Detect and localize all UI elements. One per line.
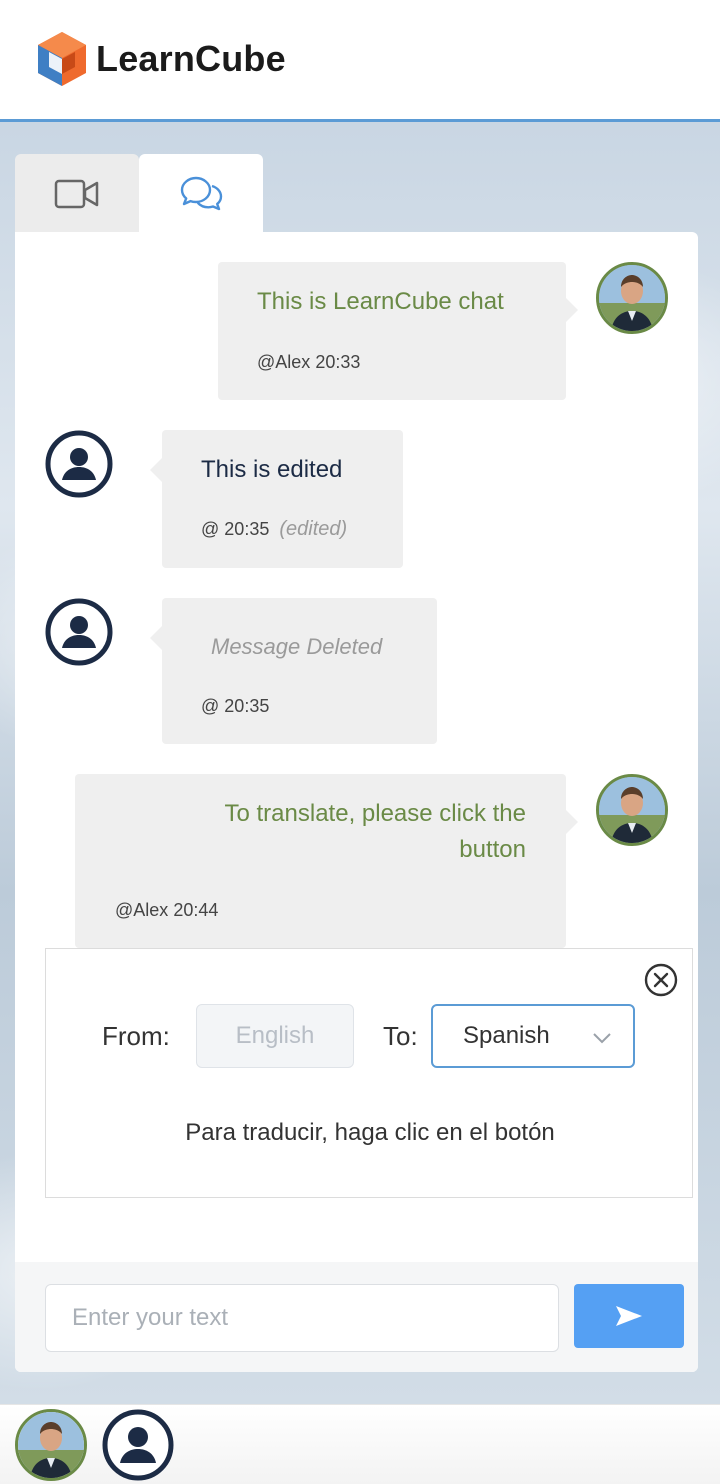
chevron-down-icon — [593, 1033, 611, 1044]
message-bubble-deleted: Message Deleted @ 20:35 — [150, 598, 437, 744]
message-meta: @Alex 20:33 — [257, 352, 361, 372]
message-bubble-own: This is LearnCube chat @Alex 20:33 — [218, 262, 578, 400]
message-text: This is LearnCube chat — [257, 288, 504, 315]
participant-avatar-teacher[interactable] — [15, 1409, 87, 1481]
translated-text: Para traducir, haga clic en el botón — [185, 1119, 555, 1146]
avatar[interactable] — [45, 430, 113, 498]
message-meta: @Alex 20:44 — [115, 900, 219, 920]
person-photo-icon — [18, 1412, 84, 1478]
message-composer — [15, 1262, 698, 1372]
message-meta: @ 20:35 — [201, 696, 270, 716]
message-text: To translate, please click the button — [224, 800, 527, 863]
close-icon — [644, 963, 678, 997]
tab-chat[interactable] — [139, 154, 263, 234]
participants-bar — [0, 1404, 720, 1484]
chat-bubbles-icon — [180, 176, 223, 211]
from-label: From: — [102, 1021, 170, 1051]
user-placeholder-icon — [45, 598, 113, 666]
person-photo-icon — [599, 777, 665, 843]
to-language-select[interactable]: Spanish — [431, 1004, 635, 1068]
panel-tabs — [15, 154, 263, 234]
person-photo-icon — [599, 265, 665, 331]
chat-panel: This is LearnCube chat @Alex 20:33 This … — [15, 232, 698, 1372]
message-input[interactable] — [45, 1284, 559, 1352]
to-label: To: — [383, 1021, 418, 1051]
translate-panel: From: English To: Spanish Para traducir,… — [45, 948, 693, 1198]
message-bubble-other: This is edited @ 20:35 (edited) — [150, 430, 403, 568]
tab-video[interactable] — [15, 154, 139, 234]
app-header: LearnCube — [0, 0, 720, 122]
avatar[interactable] — [596, 262, 668, 334]
deleted-message-text: Message Deleted — [211, 634, 383, 659]
video-camera-icon — [54, 179, 99, 209]
user-placeholder-icon — [102, 1409, 174, 1481]
brand-logo[interactable]: LearnCube — [36, 30, 286, 88]
avatar[interactable] — [45, 598, 113, 666]
participant-avatar-student[interactable] — [102, 1409, 174, 1481]
edited-label: (edited) — [279, 518, 348, 540]
send-button[interactable] — [574, 1284, 684, 1348]
brand-name: LearnCube — [96, 38, 286, 79]
close-translate-button[interactable] — [644, 963, 678, 997]
message-meta: @ 20:35 (edited) — [201, 518, 348, 540]
message-list[interactable]: This is LearnCube chat @Alex 20:33 This … — [15, 232, 698, 1262]
user-placeholder-icon — [45, 430, 113, 498]
message-bubble-own: To translate, please click the button @A… — [75, 774, 578, 948]
from-language-field: English — [196, 1004, 354, 1068]
message-text: This is edited — [201, 456, 343, 483]
avatar[interactable] — [596, 774, 668, 846]
learncube-cube-icon — [38, 32, 86, 86]
send-arrow-icon — [616, 1306, 642, 1326]
